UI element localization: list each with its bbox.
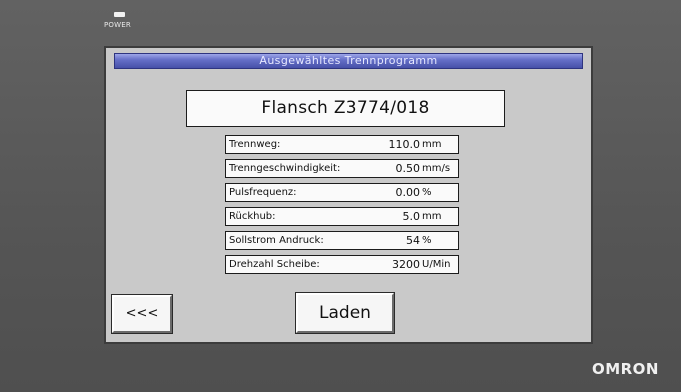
screen-title: Ausgewähltes Trennprogramm bbox=[114, 53, 583, 69]
power-label: POWER bbox=[104, 21, 131, 29]
param-value: 0.00 bbox=[395, 186, 421, 199]
param-row-rueckhub: Rückhub: 5.0 mm bbox=[225, 207, 459, 226]
param-row-sollstrom-andruck: Sollstrom Andruck: 54 % bbox=[225, 231, 459, 250]
hmi-screen: Ausgewähltes Trennprogramm Flansch Z3774… bbox=[104, 46, 593, 344]
param-unit: mm bbox=[422, 211, 442, 222]
param-value: 110.0 bbox=[388, 138, 421, 151]
param-row-pulsfrequenz: Pulsfrequenz: 0.00 % bbox=[225, 183, 459, 202]
param-unit: % bbox=[422, 235, 432, 246]
back-button[interactable]: <<< bbox=[111, 294, 173, 334]
param-label: Trennweg: bbox=[229, 139, 281, 150]
param-row-trennweg: Trennweg: 110.0 mm bbox=[225, 135, 459, 154]
brand-logo: OMRON bbox=[591, 360, 659, 378]
param-label: Rückhub: bbox=[229, 211, 276, 222]
param-unit: % bbox=[422, 187, 432, 198]
param-row-drehzahl-scheibe: Drehzahl Scheibe: 3200 U/Min bbox=[225, 255, 459, 274]
param-unit: U/Min bbox=[422, 259, 451, 270]
param-label: Trenngeschwindigkeit: bbox=[229, 163, 341, 174]
param-row-trenngeschwindigkeit: Trenngeschwindigkeit: 0.50 mm/s bbox=[225, 159, 459, 178]
param-value: 5.0 bbox=[402, 210, 421, 223]
param-label: Sollstrom Andruck: bbox=[229, 235, 324, 246]
power-led-icon bbox=[114, 12, 125, 17]
param-label: Pulsfrequenz: bbox=[229, 187, 297, 198]
param-unit: mm/s bbox=[422, 163, 451, 174]
param-value: 54 bbox=[406, 234, 420, 247]
load-button[interactable]: Laden bbox=[295, 292, 395, 334]
program-name-display: Flansch Z3774/018 bbox=[186, 90, 505, 127]
param-unit: mm bbox=[422, 139, 442, 150]
param-label: Drehzahl Scheibe: bbox=[229, 259, 320, 270]
param-value: 0.50 bbox=[395, 162, 421, 175]
param-value: 3200 bbox=[392, 258, 420, 271]
